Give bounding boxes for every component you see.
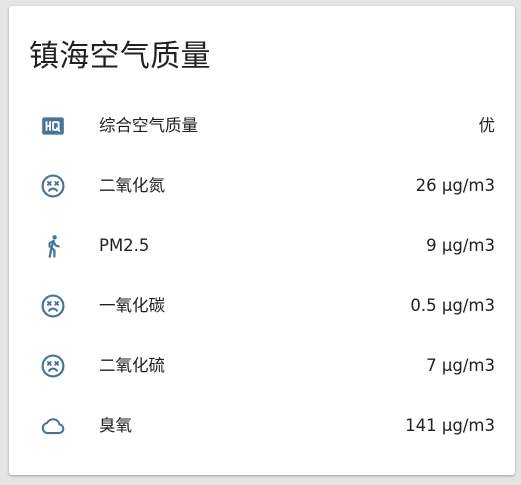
entity-row-aqi[interactable]: 综合空气质量 优 — [9, 106, 515, 146]
entity-state: 26 μg/m3 — [415, 176, 495, 195]
dizzy-face-icon — [40, 293, 66, 319]
entity-row-no2[interactable]: 二氧化氮 26 μg/m3 — [9, 166, 515, 206]
walking-person-icon — [40, 233, 66, 259]
entity-name: 臭氧 — [99, 416, 132, 435]
entity-row-so2[interactable]: 二氧化硫 7 μg/m3 — [9, 346, 515, 386]
entity-state: 9 μg/m3 — [426, 236, 495, 255]
entity-name: 一氧化碳 — [99, 296, 165, 315]
entity-name: PM2.5 — [99, 236, 150, 255]
entity-state: 0.5 μg/m3 — [410, 296, 495, 315]
entity-row-co[interactable]: 一氧化碳 0.5 μg/m3 — [9, 286, 515, 326]
dizzy-face-icon — [40, 173, 66, 199]
entity-name: 二氧化硫 — [99, 356, 165, 375]
entity-row-pm25[interactable]: PM2.5 9 μg/m3 — [9, 226, 515, 266]
entity-row-o3[interactable]: 臭氧 141 μg/m3 — [9, 406, 515, 446]
entity-name: 二氧化氮 — [99, 176, 165, 195]
air-quality-card: 镇海空气质量 综合空气质量 优 二氧化氮 26 μg/m3 PM2.5 9 μg… — [9, 6, 515, 475]
card-title: 镇海空气质量 — [29, 39, 211, 74]
entity-state: 141 μg/m3 — [405, 416, 495, 435]
entity-name: 综合空气质量 — [99, 116, 198, 135]
dizzy-face-icon — [40, 353, 66, 379]
hq-badge-icon — [40, 113, 66, 139]
entity-state: 7 μg/m3 — [426, 356, 495, 375]
entity-state: 优 — [478, 116, 496, 135]
cloud-outline-icon — [40, 413, 66, 439]
